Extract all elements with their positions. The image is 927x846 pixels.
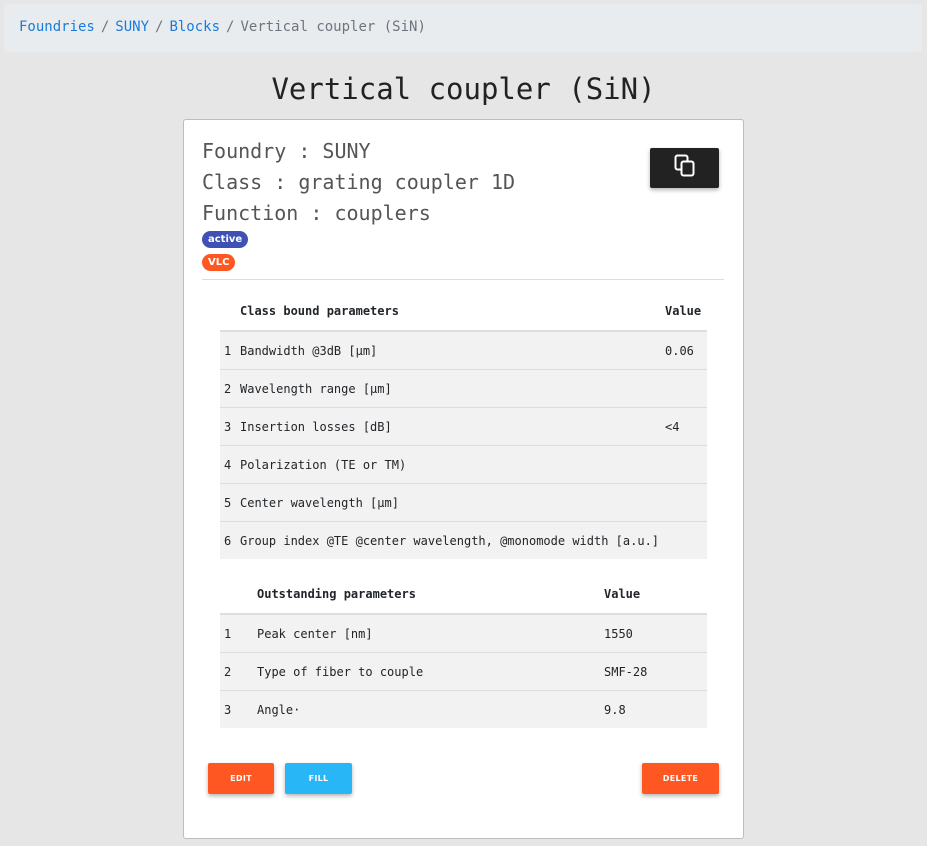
block-card: Foundry : SUNY Class : grating coupler 1… bbox=[183, 119, 744, 839]
breadcrumb-current: Vertical coupler (SiN) bbox=[240, 19, 426, 35]
table-row: 2 Type of fiber to couple SMF-28 bbox=[220, 652, 707, 691]
outstanding-parameters-table: Outstanding parameters Value 1 Peak cent… bbox=[220, 575, 707, 728]
row-index: 5 bbox=[220, 483, 240, 522]
row-index: 4 bbox=[220, 445, 240, 484]
value-header: Value bbox=[665, 292, 707, 332]
row-index: 3 bbox=[220, 407, 240, 446]
copy-icon bbox=[674, 154, 696, 182]
param-value: 0.06 bbox=[665, 343, 694, 358]
row-index: 6 bbox=[220, 521, 240, 559]
param-value bbox=[665, 483, 707, 522]
param-value: <4 bbox=[665, 407, 707, 446]
param-value: SMF-28 bbox=[604, 652, 707, 691]
param-name: Bandwidth @3dB [µm] bbox=[240, 343, 378, 358]
param-name: Insertion losses [dB] bbox=[240, 407, 665, 446]
fill-button[interactable]: FILL bbox=[285, 763, 352, 794]
param-value bbox=[665, 521, 707, 559]
param-name: Wavelength range [µm] bbox=[240, 369, 665, 408]
param-name: Type of fiber to couple bbox=[257, 652, 604, 691]
outstanding-params-header: Outstanding parameters bbox=[257, 575, 604, 615]
breadcrumb-separator: / bbox=[155, 19, 164, 35]
table-row: 6 Group index @TE @center wavelength, @m… bbox=[220, 521, 707, 559]
breadcrumb-separator: / bbox=[226, 19, 235, 35]
divider bbox=[202, 279, 724, 280]
param-value: 9.8 bbox=[604, 690, 707, 728]
param-name: Polarization (TE or TM) bbox=[240, 445, 665, 484]
row-index: 3 bbox=[220, 690, 257, 728]
class-bound-parameters-table: Class bound parameters Value 1 Bandwidth… bbox=[220, 292, 707, 559]
param-name: Center wavelength [µm] bbox=[240, 483, 665, 522]
param-name: Group index @TE @center wavelength, @mon… bbox=[240, 521, 665, 559]
table-row: 1 Bandwidth @3dB [µm] 0.06 bbox=[220, 331, 707, 370]
value-header: Value bbox=[604, 575, 707, 615]
table-row: 4 Polarization (TE or TM) bbox=[220, 445, 707, 484]
row-index: 2 bbox=[220, 652, 257, 691]
function-label: Function : couplers bbox=[202, 201, 431, 225]
table-row: 3 Angle· 9.8 bbox=[220, 690, 707, 728]
foundry-label: Foundry : SUNY bbox=[202, 139, 371, 163]
block-info: Foundry : SUNY Class : grating coupler 1… bbox=[202, 136, 515, 229]
table-header-row: Outstanding parameters Value bbox=[220, 575, 707, 615]
edit-button[interactable]: EDIT bbox=[208, 763, 274, 794]
row-index: 1 bbox=[224, 626, 232, 641]
table-row: 1 Peak center [nm] 1550 bbox=[220, 614, 707, 653]
param-value bbox=[665, 445, 707, 484]
table-row: 3 Insertion losses [dB] <4 bbox=[220, 407, 707, 446]
index-header bbox=[220, 575, 257, 615]
class-params-header: Class bound parameters bbox=[240, 292, 665, 332]
param-value bbox=[665, 369, 707, 408]
param-name: Angle· bbox=[257, 690, 604, 728]
copy-button[interactable] bbox=[650, 148, 719, 188]
breadcrumb-separator: / bbox=[100, 19, 110, 35]
page-title: Vertical coupler (SiN) bbox=[271, 72, 656, 106]
breadcrumb-foundries[interactable]: Foundries bbox=[19, 19, 95, 35]
class-label: Class : grating coupler 1D bbox=[202, 170, 516, 194]
table-row: 5 Center wavelength [µm] bbox=[220, 483, 707, 522]
index-header bbox=[220, 292, 240, 332]
breadcrumb: Foundries / SUNY / Blocks / Vertical coupler (… bbox=[4, 4, 922, 52]
table-row: 2 Wavelength range [µm] bbox=[220, 369, 707, 408]
row-index: 2 bbox=[220, 369, 240, 408]
status-badge-active: active bbox=[202, 231, 249, 248]
row-index: 1 bbox=[224, 343, 232, 358]
param-value: 1550 bbox=[604, 626, 633, 641]
param-name: Peak center [nm] bbox=[257, 626, 373, 641]
breadcrumb-suny[interactable]: SUNY bbox=[115, 19, 149, 35]
status-badge-vlc: VLC bbox=[202, 254, 236, 271]
breadcrumb-blocks[interactable]: Blocks bbox=[169, 19, 220, 35]
table-header-row: Class bound parameters Value bbox=[220, 292, 707, 332]
delete-button[interactable]: DELETE bbox=[642, 763, 719, 794]
